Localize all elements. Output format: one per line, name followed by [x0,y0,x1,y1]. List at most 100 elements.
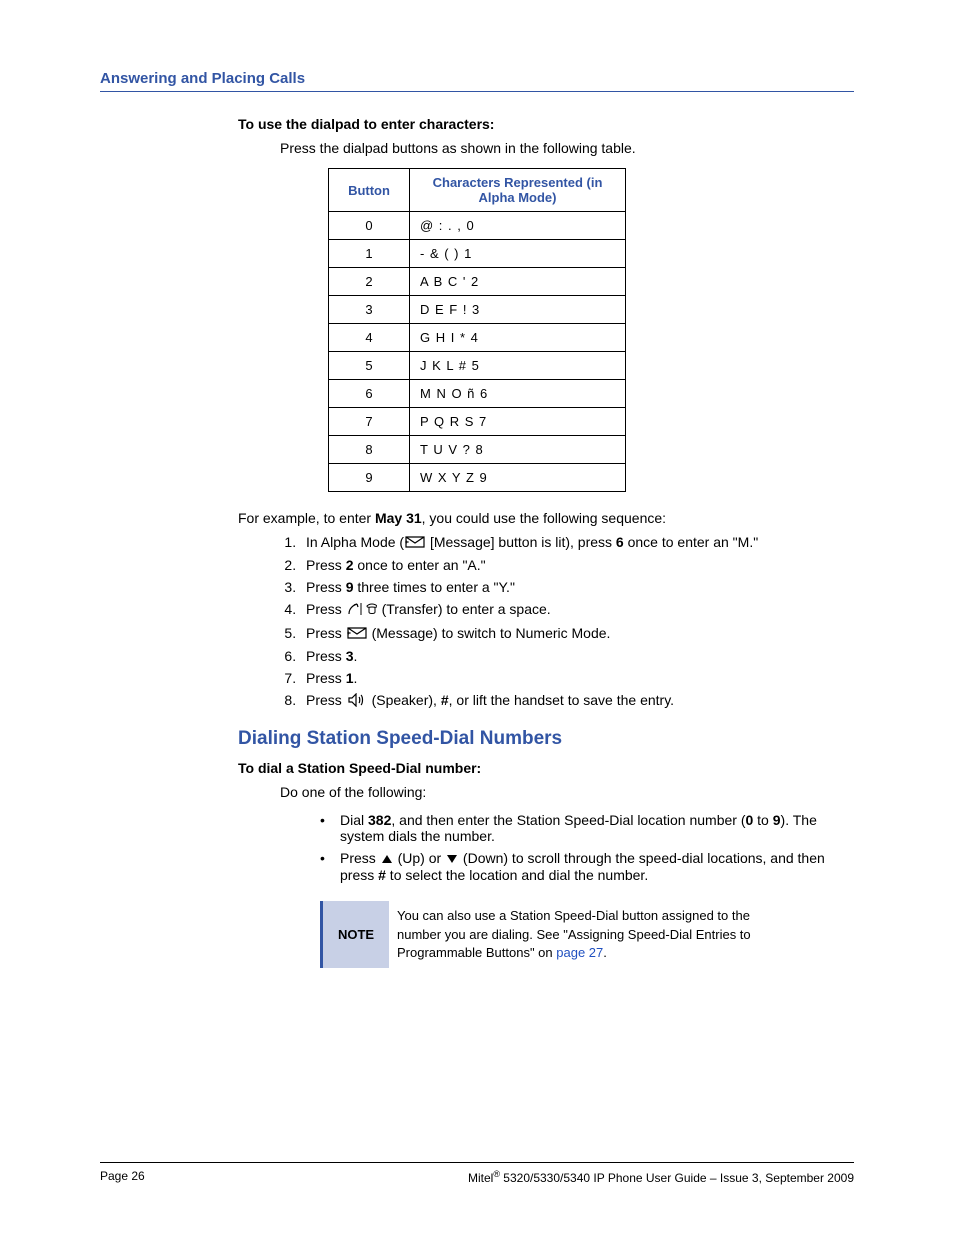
bold-text: 6 [616,534,624,550]
text: . [353,648,357,664]
cell-button: 9 [329,464,410,492]
table-row: 8T U V ? 8 [329,436,626,464]
table-row: 3D E F ! 3 [329,296,626,324]
registered-mark: ® [493,1169,500,1179]
list-item: Press (Speaker), #, or lift the handset … [300,692,854,710]
cell-button: 6 [329,380,410,408]
cell-button: 2 [329,268,410,296]
list-item: Press 1. [300,670,854,686]
table-row: 9W X Y Z 9 [329,464,626,492]
bold-text: # [378,867,386,883]
table-row: 6M N O ñ 6 [329,380,626,408]
text: Mitel [468,1171,493,1185]
text: In Alpha Mode ( [306,534,404,550]
table-header-button: Button [329,169,410,212]
text: Press [306,557,346,573]
cell-chars: M N O ñ 6 [410,380,626,408]
note-callout: NOTE You can also use a Station Speed-Di… [320,901,794,968]
cell-button: 4 [329,324,410,352]
down-arrow-icon [445,851,459,867]
text: Press [306,625,346,641]
list-item: Press (Up) or (Down) to scroll through t… [320,850,854,883]
cell-button: 3 [329,296,410,324]
text: Press [306,579,346,595]
footer-product-info: Mitel® 5320/5330/5340 IP Phone User Guid… [468,1169,854,1185]
text: Dial [340,812,368,828]
text: Press [306,601,346,617]
procedure-instruction: Press the dialpad buttons as shown in th… [280,140,854,156]
text: (Transfer) to enter a space. [378,601,551,617]
bold-text: May 31 [375,510,422,526]
text: , you could use the following sequence: [422,510,666,526]
dialpad-table: Button Characters Represented (in Alpha … [328,168,626,492]
text: to select the location and dial the numb… [386,867,648,883]
note-label: NOTE [323,901,389,968]
cell-chars: W X Y Z 9 [410,464,626,492]
list-item: Press 3. [300,648,854,664]
cell-chars: G H I * 4 [410,324,626,352]
bold-text: # [441,692,449,708]
cell-button: 0 [329,212,410,240]
list-item: Press 9 three times to enter a "Y." [300,579,854,595]
list-item: Press (Transfer) to enter a space. [300,601,854,619]
up-arrow-icon [380,851,394,867]
message-icon [404,535,426,551]
cell-button: 5 [329,352,410,380]
cell-chars: - & ( ) 1 [410,240,626,268]
table-row: 2A B C ' 2 [329,268,626,296]
bullet-list: Dial 382, and then enter the Station Spe… [320,812,854,883]
text: Press [340,850,380,866]
example-intro: For example, to enter May 31, you could … [238,510,854,526]
text: (Message) to switch to Numeric Mode. [368,625,611,641]
list-item: Press 2 once to enter an "A." [300,557,854,573]
footer-page-number: Page 26 [100,1169,145,1185]
text: Press [306,670,346,686]
cell-chars: P Q R S 7 [410,408,626,436]
text: For example, to enter [238,510,375,526]
bold-text: 382 [368,812,391,828]
list-item: In Alpha Mode ( [Message] button is lit)… [300,534,854,551]
page-footer: Page 26 Mitel® 5320/5330/5340 IP Phone U… [100,1162,854,1185]
table-row: 0@ : . , 0 [329,212,626,240]
text: to [753,812,772,828]
note-body: You can also use a Station Speed-Dial bu… [389,901,794,968]
text: . [353,670,357,686]
transfer-icon [346,602,378,619]
cell-chars: D E F ! 3 [410,296,626,324]
text: [Message] button is lit), press [426,534,616,550]
text: once to enter an "A." [353,557,485,573]
table-row: 5J K L # 5 [329,352,626,380]
procedure-heading: To use the dialpad to enter characters: [238,116,854,132]
text: . [603,945,607,960]
example-steps: In Alpha Mode ( [Message] button is lit)… [300,534,854,710]
message-icon [346,626,368,642]
cell-chars: T U V ? 8 [410,436,626,464]
text: (Up) or [394,850,445,866]
table-row: 4G H I * 4 [329,324,626,352]
text: once to enter an "M." [624,534,758,550]
cell-chars: A B C ' 2 [410,268,626,296]
text: three times to enter a "Y." [353,579,514,595]
text: (Speaker), [368,692,441,708]
cell-chars: @ : . , 0 [410,212,626,240]
section-header: Answering and Placing Calls [100,70,854,92]
cell-button: 7 [329,408,410,436]
procedure-heading: To dial a Station Speed-Dial number: [238,760,854,776]
cell-button: 1 [329,240,410,268]
table-row: 1- & ( ) 1 [329,240,626,268]
text: , and then enter the Station Speed-Dial … [391,812,745,828]
page-reference-link[interactable]: page 27 [556,945,603,960]
table-header-characters: Characters Represented (in Alpha Mode) [410,169,626,212]
list-item: Press (Message) to switch to Numeric Mod… [300,625,854,642]
procedure-lead: Do one of the following: [280,784,854,800]
speaker-icon [346,693,368,710]
text: 5320/5330/5340 IP Phone User Guide – Iss… [500,1171,854,1185]
text: Press [306,692,346,708]
bold-text: 9 [773,812,781,828]
heading-speed-dial: Dialing Station Speed-Dial Numbers [238,728,854,750]
cell-chars: J K L # 5 [410,352,626,380]
text: , or lift the handset to save the entry. [449,692,674,708]
text: Press [306,648,346,664]
list-item: Dial 382, and then enter the Station Spe… [320,812,854,844]
table-row: 7P Q R S 7 [329,408,626,436]
